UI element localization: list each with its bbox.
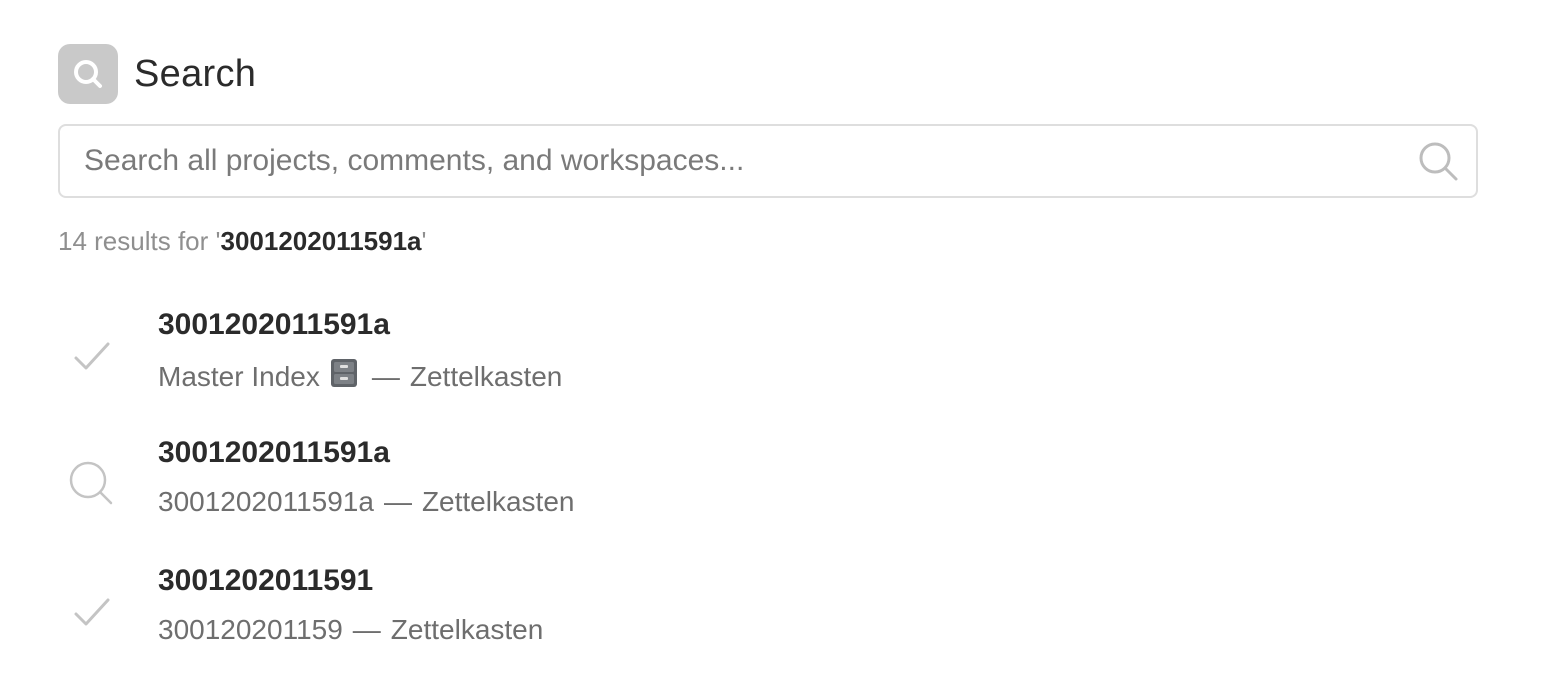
result-item[interactable]: 3001202011591a Master Index — Zettelkast… [58, 300, 1478, 428]
result-workspace: Zettelkasten [421, 486, 575, 517]
result-item[interactable]: 3001202011591 300120201159 — Zettelkaste… [58, 556, 1478, 684]
page-title: Search [134, 52, 257, 95]
results-count-text: 14 results for ' [58, 226, 221, 256]
result-subtitle: 3001202011591a — Zettelkasten [158, 486, 574, 518]
search-field[interactable] [58, 124, 1478, 198]
search-button[interactable] [1416, 139, 1460, 183]
results-summary: 14 results for '3001202011591a' [58, 226, 426, 257]
search-query: 3001202011591a [220, 226, 422, 256]
result-project: 3001202011591a [158, 486, 374, 517]
result-separator: — [371, 360, 400, 392]
checkmark-icon [64, 584, 120, 640]
search-icon [58, 44, 118, 104]
result-subtitle: 300120201159 — Zettelkasten [158, 614, 543, 646]
result-separator: — [383, 486, 412, 517]
results-list: 3001202011591a Master Index — Zettelkast… [58, 300, 1478, 684]
page-header: Search [58, 44, 256, 104]
result-workspace: Zettelkasten [409, 360, 563, 392]
result-workspace: Zettelkasten [390, 614, 544, 645]
file-cabinet-icon [330, 358, 358, 395]
result-separator: — [352, 614, 381, 645]
result-title: 3001202011591a [158, 436, 390, 469]
result-project: Master Index [158, 360, 320, 392]
checkmark-icon [64, 328, 120, 384]
search-input[interactable] [84, 126, 1384, 196]
search-icon [64, 456, 120, 512]
result-title: 3001202011591a [158, 308, 390, 341]
result-subtitle: Master Index — Zettelkasten [158, 358, 562, 395]
results-summary-suffix: ' [421, 226, 427, 256]
result-item[interactable]: 3001202011591a 3001202011591a — Zettelka… [58, 428, 1478, 556]
search-icon [1419, 142, 1458, 181]
result-title: 3001202011591 [158, 564, 374, 597]
result-project: 300120201159 [158, 614, 343, 645]
